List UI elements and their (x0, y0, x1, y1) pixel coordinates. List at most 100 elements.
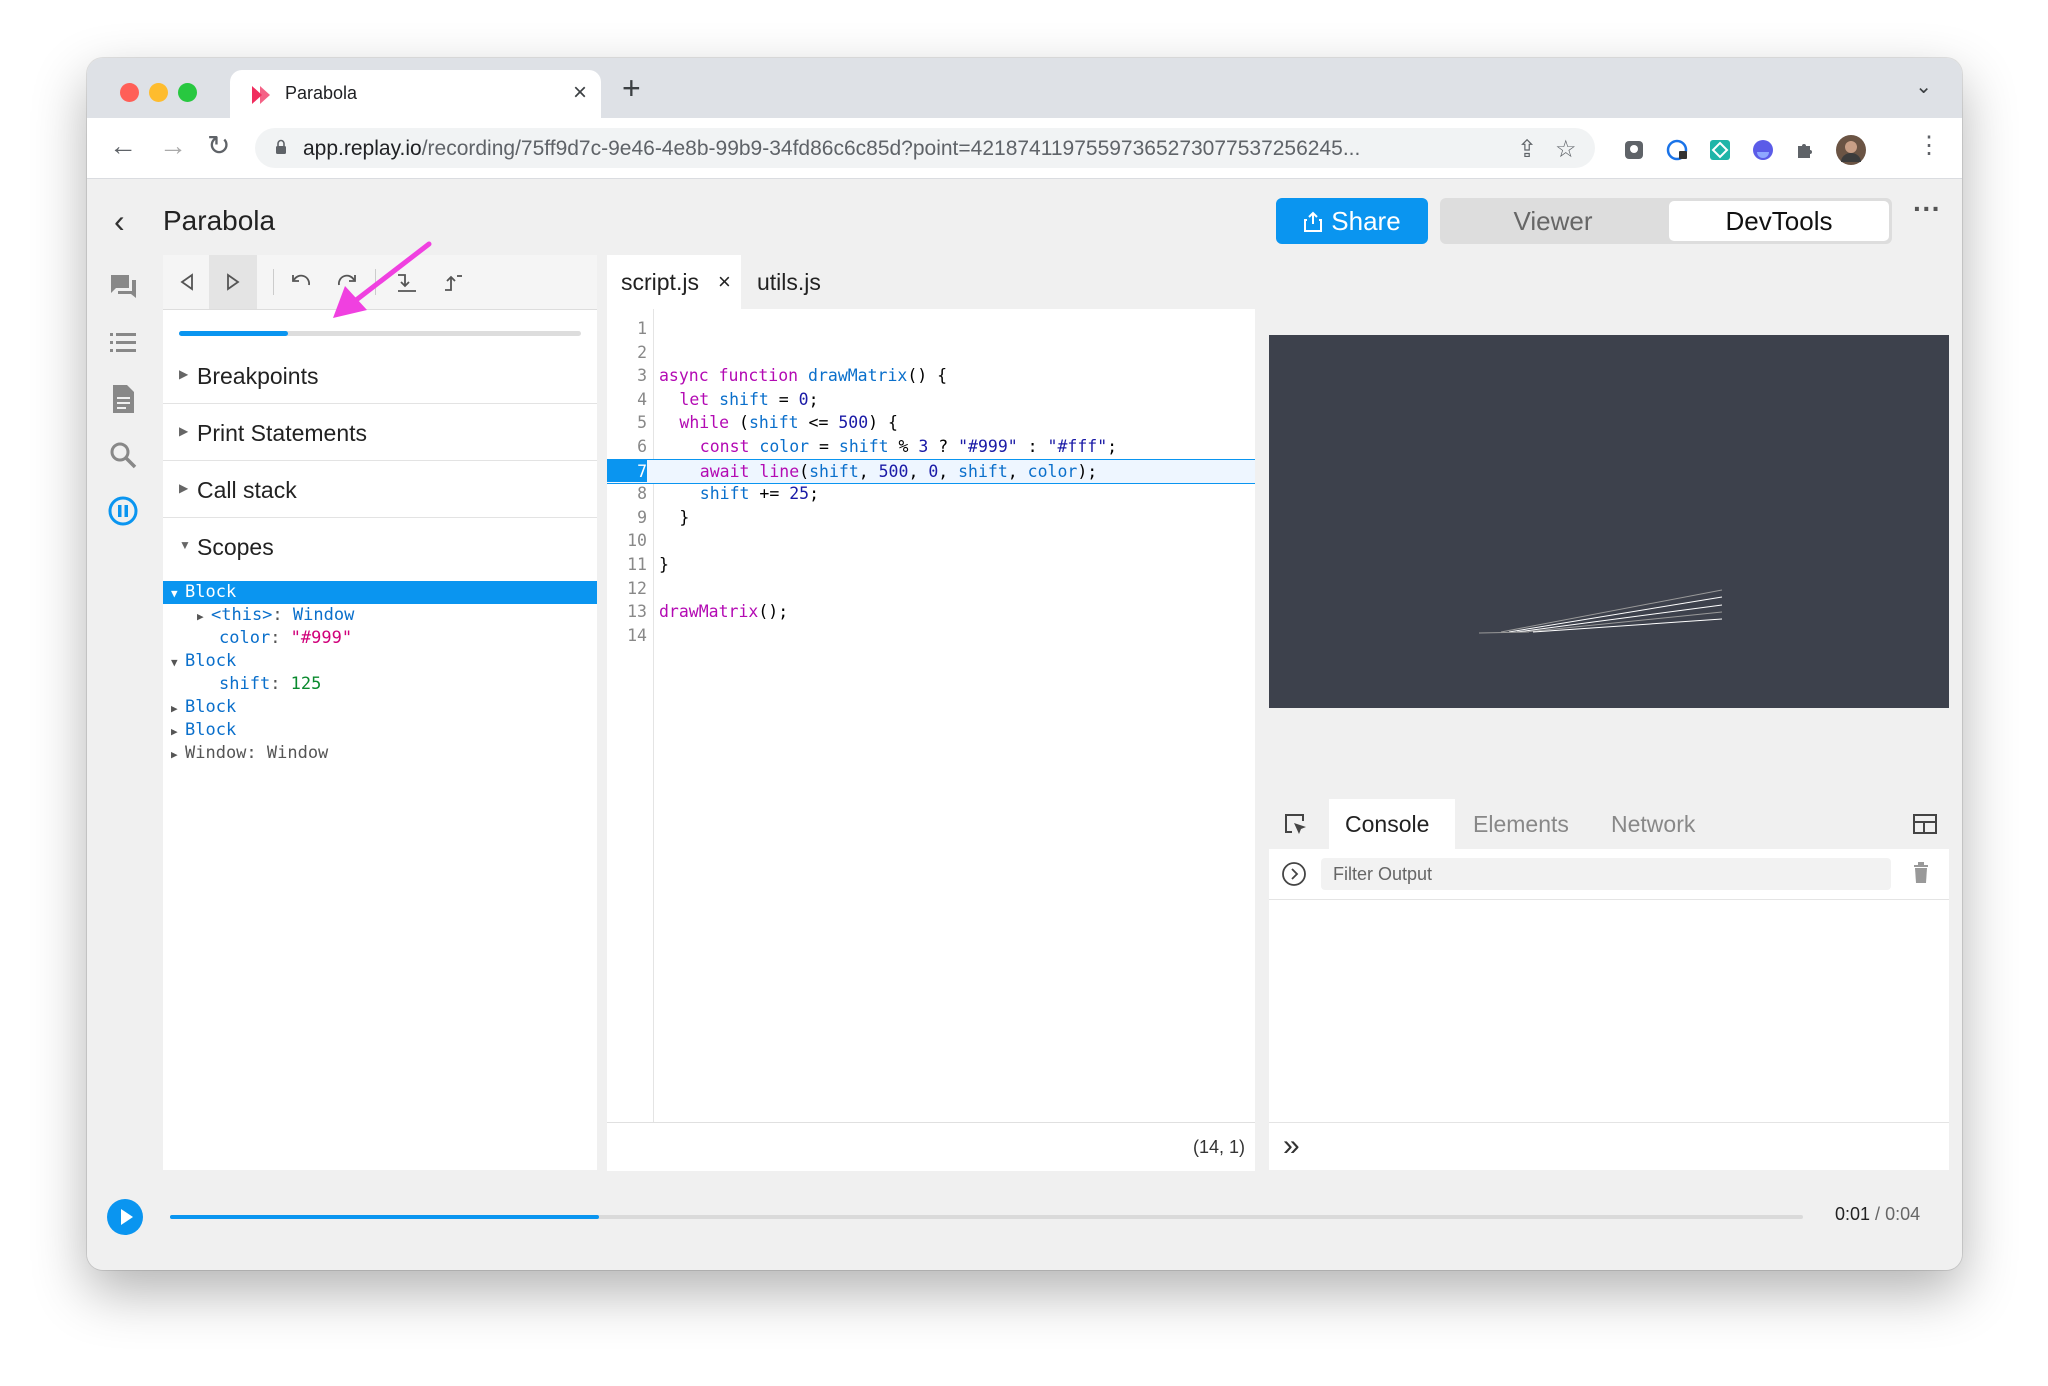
window-zoom-button[interactable] (178, 83, 197, 102)
close-icon[interactable]: × (718, 255, 731, 309)
resume-button[interactable] (209, 255, 257, 309)
line-number[interactable]: 9 (607, 506, 647, 529)
share-button[interactable]: Share (1276, 198, 1428, 244)
tab-utils-js[interactable]: utils.js (757, 255, 847, 309)
element-picker-icon[interactable] (1283, 812, 1309, 838)
step-out-icon[interactable] (439, 268, 467, 296)
code-line[interactable]: 13 drawMatrix(); (607, 600, 1255, 623)
tab-network[interactable]: Network (1611, 799, 1695, 849)
caret-right-icon: ▶ (171, 748, 178, 761)
scope-window-row[interactable]: ▶ Window: Window (163, 742, 597, 765)
address-bar[interactable]: app.replay.io/recording/75ff9d7c-9e46-4e… (255, 128, 1595, 168)
kebab-menu-icon[interactable]: ⋮ (1917, 131, 1941, 161)
share-page-icon[interactable]: ⇪ (1517, 135, 1537, 164)
line-number[interactable]: 12 (607, 577, 647, 600)
filter-output-input[interactable]: Filter Output (1321, 858, 1891, 890)
back-arrow-icon[interactable]: ← (109, 131, 137, 161)
window-close-button[interactable] (120, 83, 139, 102)
code-line[interactable]: 5 while (shift <= 500) { (607, 411, 1255, 434)
line-number[interactable]: 14 (607, 624, 647, 647)
breakpoints-section[interactable]: ▶ Breakpoints (163, 347, 597, 404)
scopes-section[interactable]: ▼ Scopes (163, 518, 597, 574)
search-icon[interactable] (107, 439, 139, 471)
code-line[interactable]: 14 (607, 624, 1255, 647)
scope-this-row[interactable]: ▶ <this>: Window (163, 604, 597, 627)
line-number[interactable]: 2 (607, 341, 647, 364)
puzzle-piece-icon[interactable] (1794, 138, 1818, 162)
scope-color-row[interactable]: color: "#999" (163, 627, 597, 650)
reverse-step-over-icon[interactable] (287, 268, 315, 296)
trash-icon[interactable] (1912, 862, 1930, 884)
section-label: Breakpoints (197, 363, 319, 389)
document-icon[interactable] (107, 383, 139, 415)
source-editor: script.js × utils.js 1 2 3 async function d… (607, 255, 1255, 1171)
code-line[interactable]: 8 shift += 25; (607, 482, 1255, 505)
extension-icon[interactable] (1622, 138, 1646, 162)
line-number[interactable]: 7 (607, 460, 647, 483)
code-text: } (679, 507, 690, 527)
devtools-mode-button[interactable]: DevTools (1669, 201, 1889, 241)
close-icon[interactable]: × (573, 79, 587, 107)
browser-tab[interactable]: Parabola × (230, 70, 601, 118)
code-line[interactable]: 2 (607, 341, 1255, 364)
code-line[interactable]: 12 (607, 577, 1255, 600)
tab-console[interactable]: Console (1329, 799, 1455, 849)
tab-label: utils.js (757, 269, 821, 295)
code-line[interactable]: 3 async function drawMatrix() { (607, 364, 1255, 387)
comments-icon[interactable] (107, 271, 139, 303)
scope-shift-row[interactable]: shift: 125 (163, 673, 597, 696)
code-line[interactable]: 11} (607, 553, 1255, 576)
line-number[interactable]: 1 (607, 317, 647, 340)
pause-debugger-icon[interactable] (107, 495, 139, 527)
line-number[interactable]: 10 (607, 529, 647, 552)
code-line[interactable]: 9} (607, 506, 1255, 529)
chevron-circle-icon[interactable] (1281, 861, 1307, 887)
code-line[interactable]: 4 let shift = 0; (607, 388, 1255, 411)
reload-icon[interactable]: ↻ (207, 131, 230, 161)
scope-block-row[interactable]: ▼ Block (163, 650, 597, 673)
line-number[interactable]: 6 (607, 435, 647, 458)
code-line[interactable]: 6 const color = shift % 3 ? "#999" : "#ff… (607, 435, 1255, 458)
scope-block-row[interactable]: ▼ Block (163, 581, 597, 604)
timeline-scrubber[interactable] (170, 1215, 1803, 1219)
window-minimize-button[interactable] (149, 83, 168, 102)
line-number[interactable]: 4 (607, 388, 647, 411)
scope-block-row[interactable]: ▶ Block (163, 696, 597, 719)
list-icon[interactable] (107, 327, 139, 359)
forward-arrow-icon[interactable]: → (159, 131, 187, 161)
line-number[interactable]: 11 (607, 553, 647, 576)
extension-diamond-icon[interactable] (1708, 138, 1732, 162)
console-input-row[interactable]: » (1269, 1122, 1949, 1171)
tab-script-js[interactable]: script.js × (607, 255, 741, 309)
code-line[interactable]: 7 await line(shift, 500, 0, shift, color)… (607, 458, 1255, 484)
rewind-icon[interactable] (173, 268, 201, 296)
line-number[interactable]: 8 (607, 482, 647, 505)
section-label: Print Statements (197, 420, 368, 446)
scope-block-row[interactable]: ▶ Block (163, 719, 597, 742)
play-icon (121, 1209, 133, 1225)
code-text: while (shift <= 500) { (679, 413, 898, 433)
tab-elements[interactable]: Elements (1473, 799, 1569, 849)
chevron-down-icon[interactable]: ⌄ (1915, 74, 1932, 99)
avatar[interactable] (1836, 135, 1866, 165)
more-options-icon[interactable]: ··· (1913, 193, 1941, 225)
layout-toggle-icon[interactable] (1913, 814, 1937, 834)
viewer-mode-button[interactable]: Viewer (1440, 198, 1666, 244)
console-filter-bar: Filter Output (1269, 849, 1949, 900)
code-line[interactable]: 10 (607, 529, 1255, 552)
print-statements-section[interactable]: ▶ Print Statements (163, 404, 597, 461)
line-number[interactable]: 5 (607, 411, 647, 434)
code-line[interactable]: 1 (607, 317, 1255, 340)
line-number[interactable]: 13 (607, 600, 647, 623)
extension-circle-icon[interactable] (1751, 138, 1775, 162)
call-stack-section[interactable]: ▶ Call stack (163, 461, 597, 518)
password-manager-icon[interactable] (1665, 138, 1689, 162)
play-button[interactable] (107, 1199, 143, 1235)
execution-progress-fill (179, 331, 288, 336)
back-chevron-icon[interactable]: ‹ (114, 203, 125, 240)
recording-viewer-canvas[interactable] (1269, 335, 1949, 708)
line-number[interactable]: 3 (607, 364, 647, 387)
new-tab-icon[interactable]: + (622, 70, 641, 107)
bookmark-star-icon[interactable]: ☆ (1555, 135, 1577, 164)
code-text: const color = shift % 3 ? "#999" : "#fff… (699, 437, 1118, 456)
